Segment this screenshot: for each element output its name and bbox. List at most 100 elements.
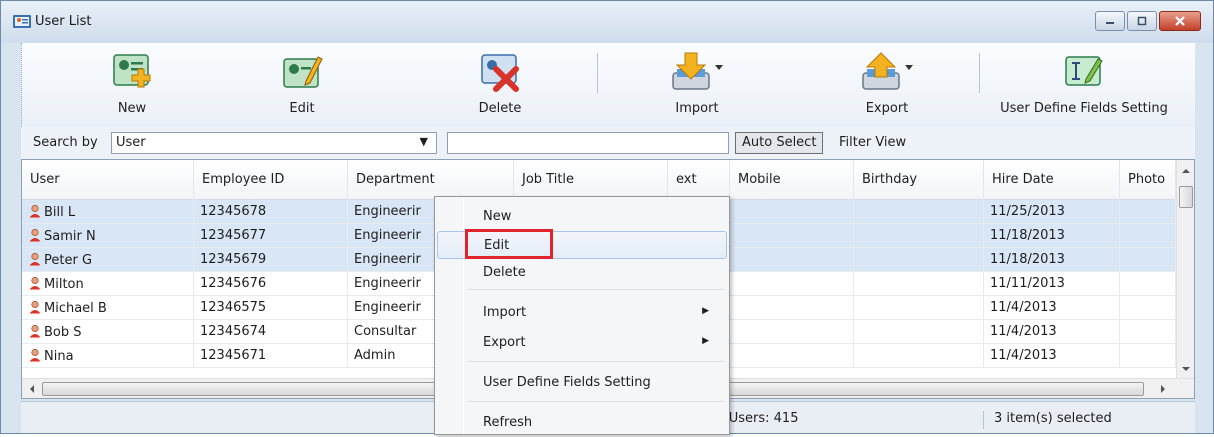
column-header-photo[interactable]: Photo (1120, 160, 1176, 200)
cell-employee-id: 12345678 (194, 200, 348, 224)
delete-button[interactable]: Delete (430, 43, 570, 127)
cell-text: 12345674 (200, 324, 267, 339)
cell-employee-id: 12345676 (194, 272, 348, 296)
context-menu-item-delete[interactable]: Delete (437, 259, 727, 287)
user-icon (29, 204, 41, 218)
cell-user: Michael B (22, 296, 194, 320)
cell-birthday (854, 296, 984, 320)
scroll-down-icon[interactable] (1177, 360, 1195, 378)
column-header-ext[interactable]: ext (668, 160, 730, 200)
toolbar-separator (597, 53, 598, 93)
chevron-down-icon: ▼ (419, 135, 428, 148)
context-menu-item-export-label: Export (483, 335, 526, 350)
selected-items-status: 3 item(s) selected (983, 411, 1112, 429)
cell-text: Nina (44, 349, 74, 364)
column-header-mobile[interactable]: Mobile (730, 160, 854, 200)
new-button[interactable]: New (62, 43, 202, 127)
submenu-arrow-icon: ▶ (702, 336, 709, 346)
cell-text: Peter G (44, 253, 93, 268)
vertical-scrollbar[interactable] (1176, 160, 1194, 378)
cell-text: 11/18/2013 (990, 252, 1065, 267)
context-menu-item-export[interactable]: Export ▶ (437, 329, 727, 357)
column-header-job-title[interactable]: Job Title (514, 160, 668, 200)
cell-employee-id: 12346575 (194, 296, 348, 320)
context-menu-item-import[interactable]: Import ▶ (437, 299, 727, 327)
cell-photo (1120, 296, 1176, 320)
cell-birthday (854, 200, 984, 224)
toolbar-separator (979, 53, 980, 93)
search-input[interactable] (447, 132, 729, 154)
cell-user: Samir N (22, 224, 194, 248)
cell-employee-id: 12345679 (194, 248, 348, 272)
cell-photo (1120, 320, 1176, 344)
user-icon (29, 324, 41, 338)
edit-button[interactable]: Edit (232, 43, 372, 127)
new-button-label: New (117, 101, 147, 116)
cell-employee-id: 12345677 (194, 224, 348, 248)
cell-text: Michael B (44, 301, 107, 316)
scroll-up-icon[interactable] (1177, 162, 1195, 180)
cell-mobile (730, 248, 854, 272)
user-icon (29, 276, 41, 290)
context-menu-item-refresh[interactable]: Refresh (437, 409, 727, 437)
column-header-employee-id[interactable]: Employee ID (194, 160, 348, 200)
user-define-fields-setting-button[interactable]: User Define Fields Setting (984, 43, 1184, 127)
user-delete-icon (481, 54, 519, 92)
cell-text: Bill L (44, 205, 76, 220)
minimize-button[interactable] (1095, 11, 1125, 31)
cell-birthday (854, 272, 984, 296)
cell-photo (1120, 200, 1176, 224)
import-button-label: Import (675, 101, 719, 116)
cell-birthday (854, 320, 984, 344)
user-edit-icon (283, 56, 323, 88)
auto-select-button[interactable]: Auto Select (735, 132, 824, 154)
cell-text: 11/4/2013 (990, 300, 1057, 315)
vertical-scroll-thumb[interactable] (1179, 186, 1193, 208)
cell-text: Engineerir (354, 300, 421, 315)
export-button[interactable]: Export (812, 43, 962, 127)
cell-hire-date: 11/4/2013 (984, 344, 1120, 368)
total-users-status: l Users: 415 (721, 411, 799, 426)
import-icon (672, 52, 723, 90)
cell-hire-date: 11/4/2013 (984, 320, 1120, 344)
cell-text: 12345679 (200, 252, 267, 267)
column-header-hire-date[interactable]: Hire Date (984, 160, 1120, 200)
column-header-user[interactable]: User (22, 160, 194, 200)
cell-user: Nina (22, 344, 194, 368)
field-settings-icon (1065, 56, 1103, 86)
cell-text: 11/25/2013 (990, 204, 1065, 219)
user-add-icon (113, 54, 151, 88)
title-bar[interactable]: User List (1, 1, 1213, 43)
search-field-select[interactable]: User ▼ (111, 132, 437, 154)
user-define-fields-setting-label: User Define Fields Setting (1000, 101, 1168, 116)
scroll-right-icon[interactable] (1154, 380, 1172, 398)
scroll-left-icon[interactable] (23, 380, 41, 398)
window-title: User List (35, 14, 92, 29)
context-menu-item-user-define-fields-setting[interactable]: User Define Fields Setting (437, 369, 727, 397)
column-header-department[interactable]: Department (348, 160, 514, 200)
cell-text: 11/18/2013 (990, 228, 1065, 243)
filter-view-button[interactable]: Filter View (839, 135, 906, 150)
user-icon (29, 252, 41, 266)
import-button[interactable]: Import (632, 43, 762, 127)
cell-mobile (730, 224, 854, 248)
maximize-button[interactable] (1127, 11, 1157, 31)
cell-user: Milton (22, 272, 194, 296)
cell-mobile (730, 320, 854, 344)
cell-mobile (730, 272, 854, 296)
cell-text: Admin (354, 348, 396, 363)
cell-text: Milton (44, 277, 84, 292)
edit-highlight-box (465, 229, 553, 259)
cell-hire-date: 11/18/2013 (984, 224, 1120, 248)
context-menu-item-new[interactable]: New (437, 203, 727, 231)
delete-button-label: Delete (478, 101, 522, 116)
close-button[interactable] (1159, 11, 1201, 31)
user-list-window: User List New Edit Delete Import Export … (0, 0, 1214, 437)
cell-mobile (730, 344, 854, 368)
column-header-birthday[interactable]: Birthday (854, 160, 984, 200)
cell-user: Bob S (22, 320, 194, 344)
cell-text: 12345678 (200, 204, 267, 219)
cell-text: Engineerir (354, 204, 421, 219)
minimize-icon (1106, 22, 1114, 24)
cell-photo (1120, 248, 1176, 272)
